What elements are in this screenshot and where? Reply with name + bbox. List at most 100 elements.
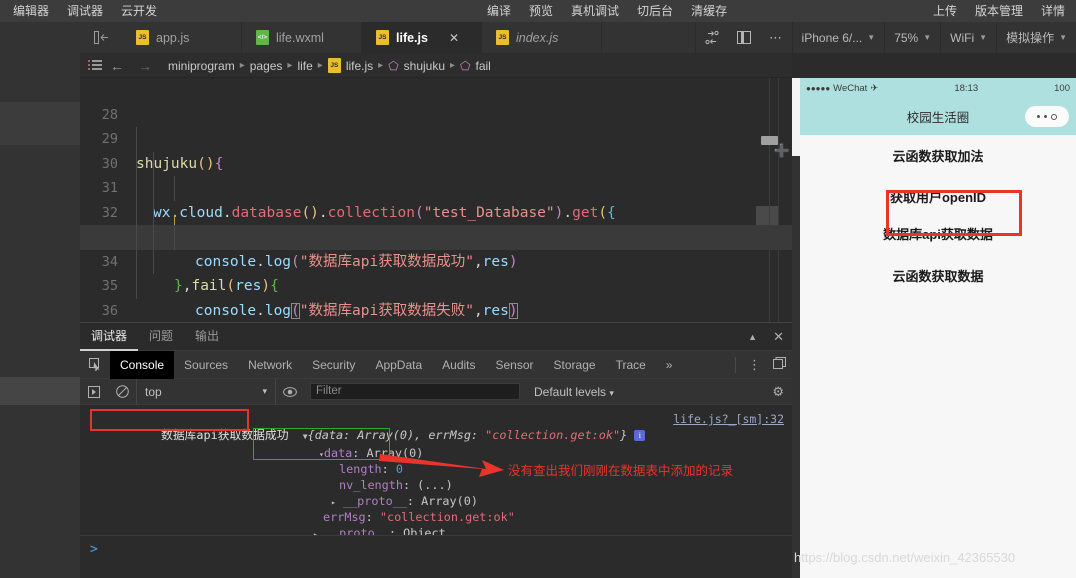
live-expression-icon[interactable] xyxy=(276,386,304,397)
execution-context-icon[interactable] xyxy=(80,385,108,398)
console-object-row: ▾data: Array(0) xyxy=(80,429,792,460)
menu-item-version-management[interactable]: 版本管理 xyxy=(966,0,1032,22)
tab-label: life.wxml xyxy=(276,30,324,45)
tab-life-js[interactable]: JS life.js ✕ xyxy=(362,22,482,53)
sim-button-cloud-get-data[interactable]: 云函数获取数据 xyxy=(800,252,1076,296)
top-menu-left: 编辑器 调试器 云开发 xyxy=(4,0,166,22)
tab-sensor[interactable]: Sensor xyxy=(486,351,544,379)
forward-icon[interactable]: → xyxy=(138,58,152,74)
menu-item-editor[interactable]: 编辑器 xyxy=(4,0,58,22)
inspect-element-icon[interactable] xyxy=(80,358,110,371)
breadcrumb-item-fail[interactable]: fail xyxy=(475,59,490,73)
outline-list-icon[interactable] xyxy=(80,60,110,71)
breadcrumb-separator: ▸ xyxy=(450,60,456,71)
simulator-nav-bar: 校园生活圈 xyxy=(800,98,1076,135)
code-line: 33 },fail(res){ xyxy=(80,200,792,294)
top-menu-center: 编译 预览 真机调试 切后台 清缓存 xyxy=(478,0,736,22)
menu-item-cloud-dev[interactable]: 云开发 xyxy=(112,0,166,22)
code-editor[interactable]: ➕ 28 29 shujuku(){ 30 wx.cloud.database(… xyxy=(80,78,792,322)
tab-index-js[interactable]: JS index.js xyxy=(482,22,602,53)
panel-tab-problems[interactable]: 问题 xyxy=(138,323,184,351)
menu-item-real-device-debug[interactable]: 真机调试 xyxy=(562,0,628,22)
js-file-icon: JS xyxy=(136,30,149,45)
more-tabs-icon[interactable]: » xyxy=(656,351,683,379)
back-icon[interactable]: ← xyxy=(110,58,124,74)
tab-appdata[interactable]: AppData xyxy=(365,351,432,379)
breadcrumb-item-life-js[interactable]: life.js xyxy=(346,59,373,73)
tab-app-js[interactable]: JS app.js xyxy=(122,22,242,53)
log-levels-select[interactable]: Default levels ▾ xyxy=(534,385,614,399)
network-select[interactable]: WiFi ▼ xyxy=(940,22,996,53)
zoom-select[interactable]: 75% ▼ xyxy=(884,22,940,53)
code-line: 32 console.log("数据库api获取数据成功",res) xyxy=(80,176,792,270)
status-carrier: ●●●●● WeChat ✈ xyxy=(806,83,878,94)
menu-item-details[interactable]: 详情 xyxy=(1032,0,1074,22)
menu-item-debugger[interactable]: 调试器 xyxy=(58,0,112,22)
console-object-row: length: 0 xyxy=(80,445,792,476)
console-input-row[interactable]: > xyxy=(80,535,792,578)
wechat-capsule-button[interactable] xyxy=(1025,106,1069,127)
compile-refresh-icon[interactable] xyxy=(696,30,728,45)
tab-network[interactable]: Network xyxy=(238,351,302,379)
devtools-panel-header: 调试器 问题 输出 ▲ ✕ xyxy=(80,323,792,351)
panel-tab-debugger[interactable]: 调试器 xyxy=(80,323,139,351)
tab-console[interactable]: Console xyxy=(110,350,175,379)
breadcrumb-item-pages[interactable]: pages xyxy=(250,59,283,73)
tab-audits[interactable]: Audits xyxy=(432,351,485,379)
breadcrumb-separator: ▸ xyxy=(317,60,323,71)
rail-panel-upper xyxy=(0,102,80,145)
chevron-down-icon: ▾ xyxy=(609,387,614,398)
split-layout-icon[interactable] xyxy=(728,31,760,44)
gear-icon[interactable]: ⚙ xyxy=(772,384,784,400)
chevron-down-icon: ▾ xyxy=(262,386,267,396)
tab-trace[interactable]: Trace xyxy=(606,351,656,379)
menu-item-background[interactable]: 切后台 xyxy=(628,0,682,22)
code-line: 28 xyxy=(80,78,792,123)
filter-input[interactable]: Filter xyxy=(310,383,520,400)
sim-button-get-openid[interactable]: 获取用户openID xyxy=(800,176,1076,217)
execution-context-select[interactable]: top ▾ xyxy=(136,378,276,405)
menu-item-upload[interactable]: 上传 xyxy=(924,0,966,22)
status-battery: 100 xyxy=(1054,82,1070,94)
console-source-link[interactable]: life.js?_[sm]:32 xyxy=(673,411,784,427)
panel-tab-output[interactable]: 输出 xyxy=(184,323,230,351)
console-output[interactable]: 数据库api获取数据成功 ▼{data: Array(0), errMsg: "… xyxy=(80,405,792,578)
collapse-icon[interactable]: ▲ xyxy=(748,332,757,342)
menu-item-clear-cache[interactable]: 清缓存 xyxy=(682,0,736,22)
device-select[interactable]: iPhone 6/... ▼ xyxy=(791,22,885,53)
page-title: 校园生活圈 xyxy=(906,111,970,125)
code-line-active: 34 console.log("数据库api获取数据失败",res) xyxy=(80,225,792,319)
code-lines: 28 29 shujuku(){ 30 wx.cloud.database().… xyxy=(80,78,792,322)
device-select-label: iPhone 6/... xyxy=(801,30,863,45)
phone-simulator: ●●●●● WeChat ✈ 18:13 100 校园生活圈 云函数获取加法 获… xyxy=(792,78,1076,578)
simulator-bezel xyxy=(792,156,800,578)
panel-collapse-icon[interactable] xyxy=(80,22,122,53)
simulate-action-select[interactable]: 模拟操作 ▼ xyxy=(996,22,1076,53)
tab-sources[interactable]: Sources xyxy=(174,351,238,379)
close-icon[interactable]: ✕ xyxy=(773,329,784,345)
tab-life-wxml[interactable]: </> life.wxml xyxy=(242,22,362,53)
close-icon[interactable]: ✕ xyxy=(449,31,459,45)
tab-storage[interactable]: Storage xyxy=(544,351,606,379)
breadcrumb-path: miniprogram ▸ pages ▸ life ▸ JS life.js … xyxy=(168,58,491,73)
breadcrumb-separator: ▸ xyxy=(239,60,245,71)
chevron-down-icon: ▼ xyxy=(923,33,932,42)
sim-button-cloud-add[interactable]: 云函数获取加法 xyxy=(800,135,1076,176)
chevron-down-icon: ▼ xyxy=(979,33,988,42)
annotation-note: 没有查出我们刚刚在数据表中添加的记录 xyxy=(508,464,734,478)
breadcrumb-item-shujuku[interactable]: shujuku xyxy=(404,59,445,73)
more-options-icon[interactable]: ⋯ xyxy=(760,30,792,46)
breadcrumb-item-miniprogram[interactable]: miniprogram xyxy=(168,59,235,73)
js-file-icon: JS xyxy=(327,58,341,73)
sim-button-db-api-get-data[interactable]: 数据库api获取数据 xyxy=(861,217,1015,252)
kebab-menu-icon[interactable]: ⋮ xyxy=(748,357,761,373)
dock-panel-icon[interactable] xyxy=(773,357,786,372)
menu-item-preview[interactable]: 预览 xyxy=(520,0,562,22)
console-filter-bar: top ▾ Filter Default levels ▾ ⚙ xyxy=(80,378,792,405)
breadcrumb-item-life[interactable]: life xyxy=(297,59,312,73)
clear-console-icon[interactable] xyxy=(108,385,136,398)
zoom-select-label: 75% xyxy=(894,30,919,45)
network-select-label: WiFi xyxy=(950,30,975,45)
menu-item-compile[interactable]: 编译 xyxy=(478,0,520,22)
tab-security[interactable]: Security xyxy=(302,351,365,379)
